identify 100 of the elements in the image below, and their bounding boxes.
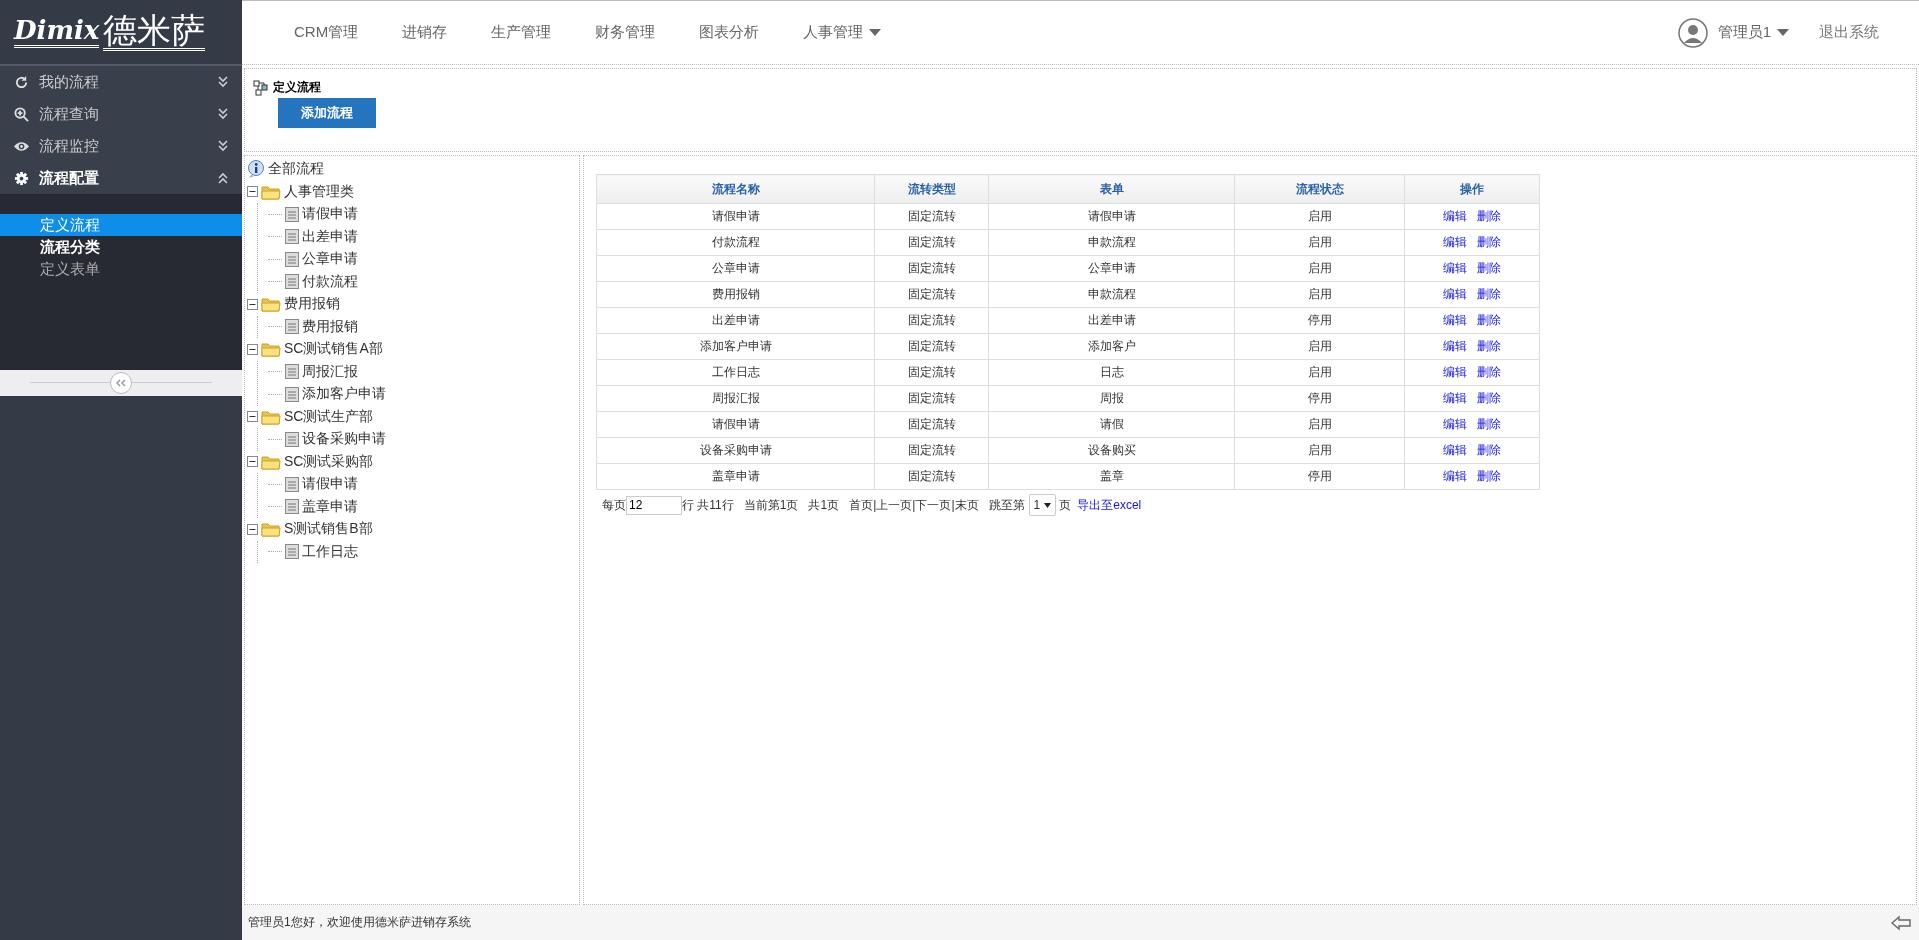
sidebar-menu[interactable]: 流程配置 [0, 162, 242, 194]
delete-link[interactable]: 删除 [1477, 443, 1501, 457]
tree-folder[interactable]: 费用报销 [284, 295, 340, 314]
edit-link[interactable]: 编辑 [1443, 469, 1467, 483]
table-cell: 固定流转 [874, 255, 989, 282]
table-cell: 固定流转 [874, 333, 989, 360]
pager-link[interactable]: 首页 [849, 496, 874, 514]
delete-link[interactable]: 删除 [1477, 417, 1501, 431]
sidebar-menu[interactable]: 流程监控 [0, 130, 242, 162]
document-icon [285, 386, 299, 402]
table-cell: 启用 [1234, 333, 1405, 360]
delete-link[interactable]: 删除 [1477, 469, 1501, 483]
folder-icon [261, 408, 281, 425]
delete-link[interactable]: 删除 [1477, 391, 1501, 405]
table-cell: 停用 [1234, 385, 1405, 412]
table-cell: 启用 [1234, 229, 1405, 256]
tree-folder[interactable]: SC测试销售A部 [284, 340, 383, 359]
tree-item[interactable]: 添加客户申请 [302, 385, 386, 404]
tree-item[interactable]: 周报汇报 [302, 362, 358, 381]
delete-link[interactable]: 删除 [1477, 261, 1501, 275]
document-icon [285, 476, 299, 492]
logo-name: 德米萨 [103, 12, 206, 52]
page-select[interactable]: 1 [1028, 494, 1057, 516]
tree-item[interactable]: 出差申请 [302, 227, 358, 246]
delete-link[interactable]: 删除 [1477, 365, 1501, 379]
tree-item[interactable]: 请假申请 [302, 475, 358, 494]
export-link[interactable]: 导出至excel [1077, 496, 1142, 514]
refresh-icon [14, 74, 29, 90]
nav-item[interactable]: CRM管理 [272, 23, 381, 42]
tree-folder[interactable]: S测试销售B部 [284, 520, 373, 539]
table-cell: 固定流转 [874, 281, 989, 308]
tree-item[interactable]: 盖章申请 [302, 497, 358, 516]
tree-folder[interactable]: SC测试采购部 [284, 452, 374, 471]
pager-link[interactable]: 末页 [954, 496, 979, 514]
tree-item[interactable]: 公章申请 [302, 250, 358, 269]
edit-link[interactable]: 编辑 [1443, 261, 1467, 275]
pager-link[interactable]: 上一页 [876, 496, 913, 514]
page-title: 定义流程 [273, 79, 321, 96]
tree-root[interactable]: 全部流程 [268, 160, 324, 179]
edit-link[interactable]: 编辑 [1443, 443, 1467, 457]
delete-link[interactable]: 删除 [1477, 209, 1501, 223]
column-header: 操作 [1404, 174, 1540, 204]
tree-folder[interactable]: 人事管理类 [284, 182, 354, 201]
sidebar-item[interactable]: 定义表单 [0, 258, 242, 280]
table-cell: 付款流程 [596, 229, 875, 256]
page-size-field[interactable]: 12 [626, 495, 682, 515]
table-cell: 公章申请 [988, 255, 1235, 282]
sidebar-menu[interactable]: 我的流程 [0, 66, 242, 98]
caret-icon [869, 28, 882, 37]
sidebar-item[interactable]: 流程分类 [0, 236, 242, 258]
back-arrow-icon[interactable] [1891, 914, 1911, 931]
edit-link[interactable]: 编辑 [1443, 313, 1467, 327]
tree-item[interactable]: 设备采购申请 [302, 430, 386, 449]
user-menu[interactable]: 管理员1 [1717, 23, 1789, 42]
table-cell: 固定流转 [874, 385, 989, 412]
table-cell: 启用 [1234, 411, 1405, 438]
collapse-icon[interactable] [247, 186, 258, 198]
collapse-icon[interactable] [247, 456, 258, 468]
edit-link[interactable]: 编辑 [1443, 287, 1467, 301]
edit-link[interactable]: 编辑 [1443, 235, 1467, 249]
nav-item[interactable]: 财务管理 [573, 23, 678, 42]
nav-item[interactable]: 进销存 [380, 23, 470, 42]
pager-label: 每页 [602, 496, 626, 514]
nav-item[interactable]: 图表分析 [677, 23, 782, 42]
pager-link[interactable]: 下一页 [915, 496, 952, 514]
delete-link[interactable]: 删除 [1477, 313, 1501, 327]
collapse-icon[interactable] [247, 523, 258, 535]
document-icon [285, 544, 299, 560]
delete-link[interactable]: 删除 [1477, 287, 1501, 301]
sidebar-menu[interactable]: 流程查询 [0, 98, 242, 130]
tree-folder[interactable]: SC测试生产部 [284, 407, 374, 426]
tree-item[interactable]: 工作日志 [302, 542, 358, 561]
pager-label: 跳至第 [988, 496, 1025, 514]
table-cell: 请假申请 [988, 203, 1235, 230]
edit-link[interactable]: 编辑 [1443, 209, 1467, 223]
logo-text: Dimix [14, 16, 100, 48]
table-cell: 固定流转 [874, 359, 989, 386]
folder-icon [261, 296, 281, 313]
collapse-icon[interactable] [247, 298, 258, 310]
edit-link[interactable]: 编辑 [1443, 339, 1467, 353]
logout-link[interactable]: 退出系统 [1819, 23, 1879, 42]
table-cell: 固定流转 [874, 307, 989, 334]
collapse-button[interactable] [110, 372, 132, 394]
table-cell: 停用 [1234, 463, 1405, 490]
tree-item[interactable]: 费用报销 [302, 317, 358, 336]
tree-item[interactable]: 付款流程 [302, 272, 358, 291]
collapse-icon[interactable] [247, 343, 258, 355]
collapse-icon[interactable] [247, 411, 258, 423]
table-cell: 周报 [988, 385, 1235, 412]
delete-link[interactable]: 删除 [1477, 235, 1501, 249]
edit-link[interactable]: 编辑 [1443, 417, 1467, 431]
table-cell: 固定流转 [874, 437, 989, 464]
nav-item[interactable]: 人事管理 [781, 23, 904, 42]
edit-link[interactable]: 编辑 [1443, 391, 1467, 405]
delete-link[interactable]: 删除 [1477, 339, 1501, 353]
tree-item[interactable]: 请假申请 [302, 205, 358, 224]
nav-item[interactable]: 生产管理 [469, 23, 574, 42]
column-header: 表单 [988, 174, 1235, 204]
add-process-button[interactable]: 添加流程 [278, 98, 376, 128]
edit-link[interactable]: 编辑 [1443, 365, 1467, 379]
